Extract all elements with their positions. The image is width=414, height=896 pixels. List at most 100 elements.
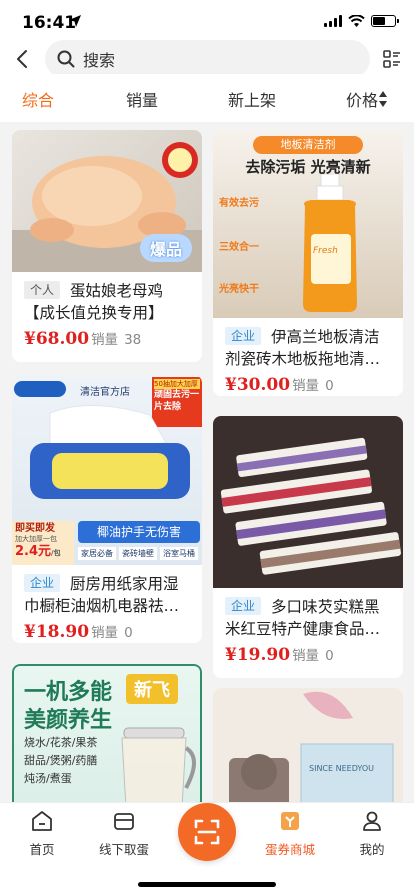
tab-coupon-mall[interactable]: 蛋券商城 (250, 809, 330, 858)
sales-count: 38 (124, 332, 142, 348)
product-image: 一机多能 美颜养生 新飞 烧水/花茶/果茶 甜品/煲粥/药膳 炖汤/煮蛋 (12, 664, 202, 802)
product-card[interactable]: 企业多口味芡实糕黑米红豆特产健康食品零食 ¥19.90 销量 0 (213, 416, 403, 678)
brand-logo (14, 381, 66, 397)
home-icon (32, 811, 52, 831)
product-card[interactable]: SINCE NEEDYOU (213, 688, 403, 802)
status-icons (324, 15, 399, 27)
coupon-mall-icon (281, 812, 299, 830)
promo-sub: 加大加厚一包 (15, 535, 57, 543)
brand-badge: 新飞 (126, 674, 178, 704)
image-point-1: 有效去污 (219, 198, 259, 209)
sales-label: 销量 (91, 625, 119, 641)
tab-home[interactable]: 首页 (2, 809, 82, 858)
tab-label: 蛋券商城 (264, 842, 315, 857)
product-price: ¥68.00 (24, 329, 90, 349)
pickup-box-icon (114, 813, 134, 830)
user-icon (363, 811, 381, 831)
sales-label: 销量 (292, 648, 320, 664)
battery-icon (371, 15, 399, 27)
corner-badge-top: 50抽加大加厚 (154, 379, 200, 389)
product-image: 清洁官方店 50抽加大加厚 顽固去污一片去除 50 即买即发 加大加厚一包 2.… (12, 375, 202, 565)
product-info: 企业厨房用纸家用湿巾橱柜油烟机电器祛油湿巾 ¥18.90 销量 0 (12, 565, 202, 643)
feature-line: 炖汤/煮蛋 (24, 772, 72, 785)
store-label: 清洁官方店 (80, 387, 130, 398)
cleaner-bottle-illustration (303, 174, 357, 312)
kettle-illustration (121, 727, 196, 802)
filter-tab-price[interactable]: 价格 (346, 87, 378, 111)
promo-unit: /包 (51, 549, 61, 557)
tab-offline-pickup[interactable]: 线下取蛋 (84, 809, 164, 858)
product-image (213, 416, 403, 588)
price-row: ¥18.90 销量 0 (24, 621, 190, 642)
sales-count: 0 (124, 625, 133, 641)
filter-tab-sales[interactable]: 销量 (126, 87, 158, 111)
grid-menu-icon[interactable] (383, 50, 401, 68)
product-image: SINCE NEEDYOU (213, 688, 403, 802)
tab-profile[interactable]: 我的 (332, 809, 412, 858)
back-arrow-icon[interactable] (14, 48, 30, 70)
product-price: ¥19.90 (225, 645, 291, 665)
image-banner: 地板清洁剂 (253, 136, 363, 154)
cellular-signal-icon (324, 15, 342, 27)
product-info: 企业多口味芡实糕黑米红豆特产健康食品零食 ¥19.90 销量 0 (213, 588, 403, 675)
product-card[interactable]: 爆品 个人 蛋姑娘老母鸡【成长值兑换专用】 ¥68.00 销量 38 (12, 130, 202, 362)
seller-type-badge: 企业 (24, 574, 61, 592)
scan-icon (194, 819, 220, 845)
search-placeholder: 搜索 (83, 51, 116, 70)
price-row: ¥68.00 销量 38 (24, 328, 190, 349)
image-point-2: 三效合一 (219, 242, 259, 253)
bottle-label: Fresh (313, 246, 338, 256)
wifi-icon (348, 15, 365, 27)
seller-type-badge: 企业 (225, 597, 262, 615)
scan-button[interactable] (178, 803, 236, 861)
cake-illustration (220, 437, 401, 575)
feature-list: 烧水/花茶/果茶 甜品/煲粥/药膳 炖汤/煮蛋 (24, 734, 97, 788)
image-headline-2: 美颜养生 (24, 708, 113, 733)
usage-chip: 家居必备 (78, 547, 116, 560)
feature-line: 甜品/煲粥/药膳 (24, 754, 98, 767)
hot-badge: 爆品 (140, 234, 193, 262)
filter-tab-new[interactable]: 新上架 (228, 87, 276, 111)
filter-tab-comprehensive[interactable]: 综合 (22, 87, 54, 111)
price-row: ¥30.00 销量 0 (225, 374, 391, 395)
usage-chip: 瓷砖墙壁 (119, 547, 157, 560)
search-input[interactable]: 搜索 (45, 40, 370, 78)
seller-type-badge: 企业 (225, 327, 262, 345)
sort-arrows-icon[interactable] (378, 89, 388, 109)
product-card[interactable]: 一机多能 美颜养生 新飞 烧水/花茶/果茶 甜品/煲粥/药膳 炖汤/煮蛋 (12, 664, 202, 802)
product-price: ¥30.00 (225, 375, 291, 395)
tab-label: 首页 (29, 842, 55, 857)
promo-title: 即买即发 (15, 523, 55, 534)
nav-bar: 搜索 (0, 40, 414, 78)
usage-chip: 浴室马桶 (160, 547, 198, 560)
promo-box: 即买即发 加大加厚一包 2.4元/包 (12, 521, 74, 565)
product-card[interactable]: 地板清洁剂 去除污垢 光亮清新 有效去污 三效合一 光亮快干 Fresh 企业伊… (213, 130, 403, 396)
search-icon (57, 50, 75, 68)
product-image: 爆品 (12, 130, 202, 272)
location-arrow-icon (69, 15, 81, 27)
box-label: SINCE NEEDYOU (309, 764, 375, 773)
pack-count: 50 (38, 473, 52, 484)
price-row: ¥19.90 销量 0 (225, 644, 391, 665)
wipes-pack-illustration (30, 404, 190, 499)
feature-line: 烧水/花茶/果茶 (24, 736, 98, 749)
product-info: 个人 蛋姑娘老母鸡【成长值兑换专用】 ¥68.00 销量 38 (12, 272, 202, 359)
sales-count: 0 (325, 378, 334, 394)
product-grid: 爆品 个人 蛋姑娘老母鸡【成长值兑换专用】 ¥68.00 销量 38 地板清洁剂 … (0, 122, 414, 802)
product-card[interactable]: 清洁官方店 50抽加大加厚 顽固去污一片去除 50 即买即发 加大加厚一包 2.… (12, 375, 202, 643)
home-indicator (138, 882, 276, 887)
product-info: 企业伊高兰地板清洁剂瓷砖木地板拖地清洁液 ¥30.00 销量 0 (213, 318, 403, 396)
filter-bar: 综合 销量 新上架 价格 (0, 74, 414, 122)
sales-label: 销量 (292, 378, 320, 394)
image-point-3: 光亮快干 (219, 284, 259, 295)
sales-label: 销量 (91, 332, 119, 348)
sales-count: 0 (325, 648, 334, 664)
usage-chips: 家居必备 瓷砖墙壁 浴室马桶 (78, 547, 198, 560)
seller-type-badge: 个人 (24, 281, 61, 299)
product-price: ¥18.90 (24, 622, 90, 642)
product-image: 地板清洁剂 去除污垢 光亮清新 有效去污 三效合一 光亮快干 Fresh (213, 130, 403, 318)
tab-label: 我的 (359, 842, 385, 857)
gift-box-illustration (213, 688, 403, 802)
tab-label: 线下取蛋 (98, 842, 149, 857)
status-bar: 16:41 (0, 0, 414, 44)
